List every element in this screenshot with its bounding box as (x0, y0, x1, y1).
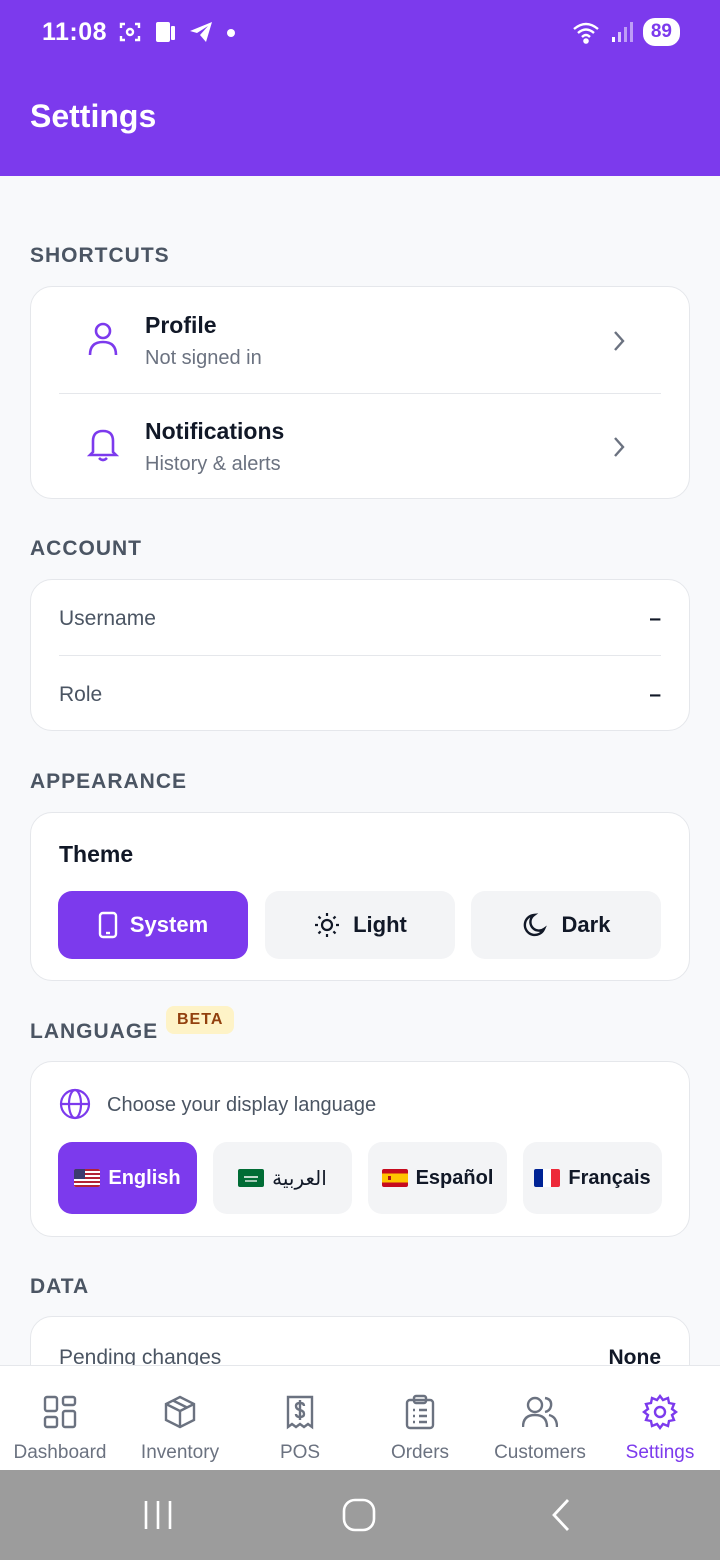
globe-icon (59, 1088, 91, 1120)
nav-inventory[interactable]: Inventory (120, 1366, 240, 1471)
wifi-icon (573, 22, 599, 44)
username-value: – (649, 607, 661, 630)
bell-icon (87, 429, 119, 462)
home-icon[interactable] (340, 1496, 378, 1534)
page-title: Settings (30, 98, 157, 134)
pending-changes-label: Pending changes (59, 1346, 222, 1365)
shortcut-notifications[interactable]: Notifications History & alerts (31, 394, 689, 500)
role-label: Role (59, 683, 103, 706)
clipboard-icon (405, 1394, 435, 1430)
theme-system-button[interactable]: System (58, 891, 248, 959)
box-icon (164, 1395, 196, 1429)
section-label-account: ACCOUNT (30, 537, 142, 560)
language-hint: Choose your display language (107, 1094, 377, 1116)
bottom-navigation: Dashboard Inventory POS Orders Customers… (0, 1365, 720, 1470)
language-english-label: English (108, 1166, 181, 1189)
nav-dashboard-label: Dashboard (13, 1442, 107, 1463)
chevron-right-icon (614, 437, 625, 457)
users-icon (522, 1396, 558, 1428)
role-value: – (649, 683, 661, 706)
telegram-icon (190, 22, 212, 42)
us-flag-icon (74, 1169, 101, 1187)
language-french-label: Français (568, 1166, 651, 1189)
app-header: 11:08 89 Settings (0, 0, 720, 176)
nav-dashboard[interactable]: Dashboard (0, 1366, 120, 1471)
notifications-subtitle: History & alerts (145, 453, 281, 475)
status-notification-icons (118, 20, 238, 44)
notifications-title: Notifications (145, 418, 285, 444)
france-flag-icon (534, 1169, 561, 1187)
divider (59, 655, 661, 656)
account-card: Username – Role – (30, 579, 690, 731)
language-english-button[interactable]: English (58, 1142, 197, 1214)
nav-settings[interactable]: Settings (600, 1366, 720, 1471)
battery-indicator: 89 (642, 18, 680, 46)
recent-apps-icon[interactable] (140, 1498, 176, 1532)
pending-changes-value: None (608, 1346, 662, 1365)
language-arabic-button[interactable]: العربية (213, 1142, 352, 1214)
language-french-button[interactable]: Français (523, 1142, 662, 1214)
nav-pos[interactable]: POS (240, 1366, 360, 1471)
signal-icon (611, 22, 633, 42)
spain-flag-icon (381, 1169, 408, 1187)
theme-system-label: System (129, 912, 209, 937)
user-icon (88, 322, 118, 356)
sun-icon (315, 913, 340, 937)
nav-pos-label: POS (279, 1442, 321, 1463)
profile-subtitle: Not signed in (145, 347, 262, 369)
receipt-icon (286, 1395, 314, 1430)
chevron-right-icon (614, 331, 625, 351)
appearance-card: Theme System Light Dark (30, 812, 690, 981)
theme-light-button[interactable]: Light (265, 891, 455, 959)
shortcut-profile[interactable]: Profile Not signed in (31, 287, 689, 393)
phone-icon (98, 911, 118, 939)
settings-content[interactable]: SHORTCUTS Profile Not signed in Notifica… (0, 176, 720, 1365)
cast-icon (156, 22, 175, 42)
language-spanish-label: Español (415, 1166, 494, 1189)
nav-orders-label: Orders (390, 1442, 450, 1463)
back-icon[interactable] (548, 1497, 574, 1533)
section-label-shortcuts: SHORTCUTS (30, 244, 170, 267)
beta-badge: BETA (166, 1006, 235, 1034)
theme-light-label: Light (353, 912, 407, 937)
language-spanish-button[interactable]: Español (368, 1142, 507, 1214)
dot-icon (227, 29, 235, 37)
status-time: 11:08 (42, 18, 108, 46)
username-label: Username (59, 607, 156, 630)
section-label-language: LANGUAGE (30, 1020, 159, 1043)
nav-customers-label: Customers (494, 1442, 586, 1463)
nav-inventory-label: Inventory (140, 1442, 220, 1463)
theme-title: Theme (59, 841, 134, 867)
gear-icon (642, 1394, 678, 1430)
theme-dark-label: Dark (561, 912, 611, 937)
saudi-flag-icon (238, 1169, 265, 1187)
dashboard-icon (43, 1395, 77, 1429)
language-arabic-label: العربية (272, 1167, 327, 1190)
nav-orders[interactable]: Orders (360, 1366, 480, 1471)
section-label-appearance: APPEARANCE (30, 770, 188, 793)
screenshot-icon (119, 22, 141, 42)
data-card: Pending changes None (30, 1316, 690, 1365)
shortcuts-card: Profile Not signed in Notifications Hist… (30, 286, 690, 499)
nav-customers[interactable]: Customers (480, 1366, 600, 1471)
nav-settings-label: Settings (625, 1442, 695, 1463)
section-label-data: DATA (30, 1275, 90, 1298)
status-bar: 11:08 89 (0, 0, 720, 70)
system-navigation-bar (0, 1470, 720, 1560)
status-system-icons: 89 (571, 18, 680, 46)
profile-title: Profile (145, 312, 217, 338)
theme-dark-button[interactable]: Dark (471, 891, 661, 959)
language-card: Choose your display language English الع… (30, 1061, 690, 1237)
moon-icon (523, 913, 547, 937)
